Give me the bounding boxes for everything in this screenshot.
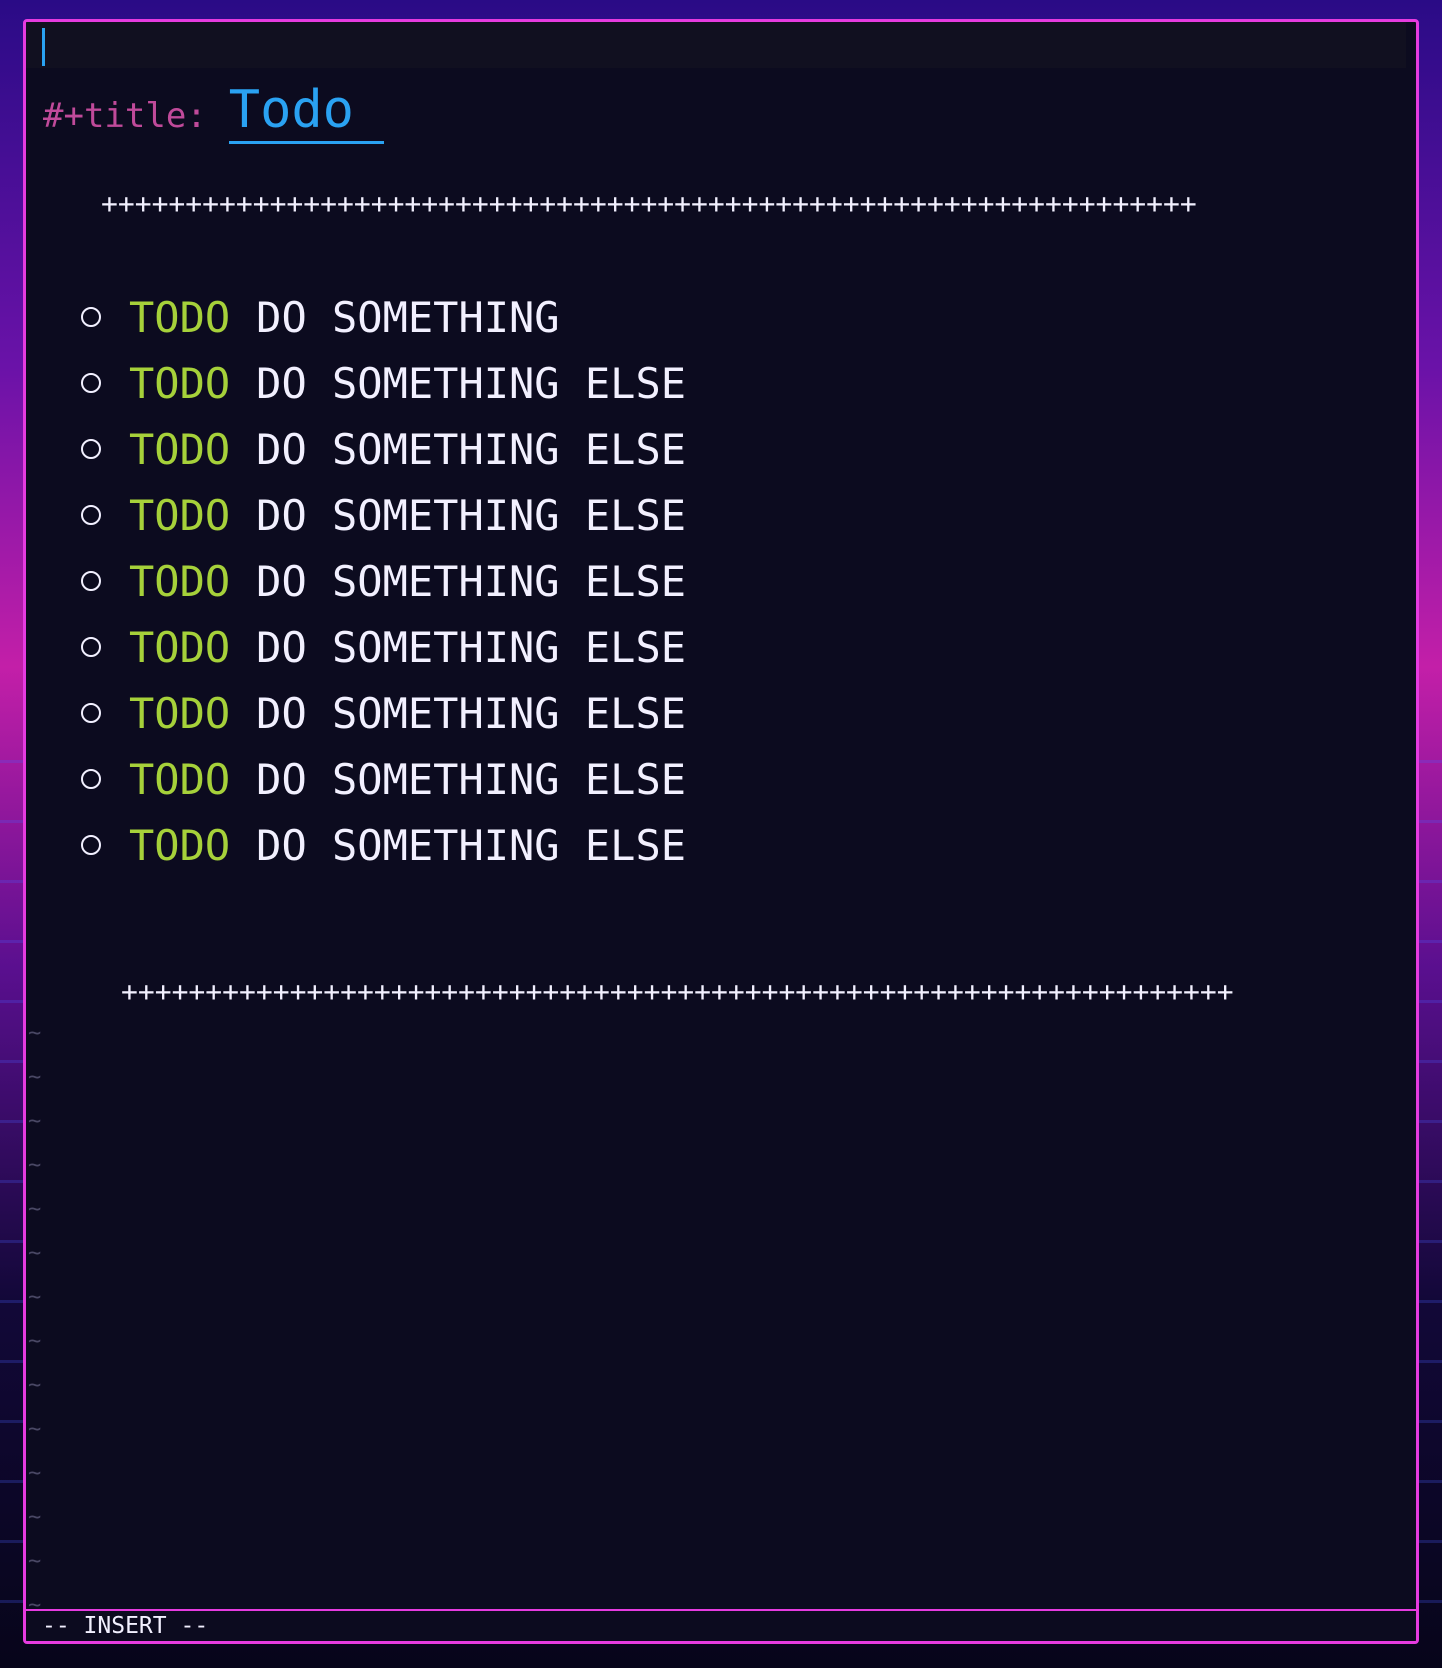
todo-text: DO SOMETHING ELSE <box>256 754 687 804</box>
tilde-marker: ~ <box>28 1329 42 1354</box>
todo-item[interactable]: TODO DO SOMETHING ELSE <box>81 680 686 746</box>
todo-keyword: TODO <box>129 556 231 606</box>
todo-item[interactable]: TODO DO SOMETHING <box>81 284 686 350</box>
todo-item[interactable]: TODO DO SOMETHING ELSE <box>81 614 686 680</box>
circle-bullet-icon <box>81 835 101 855</box>
circle-bullet-icon <box>81 439 101 459</box>
title-line[interactable]: #+title: Todo <box>43 74 384 144</box>
todo-text: DO SOMETHING <box>256 292 560 342</box>
todo-text: DO SOMETHING ELSE <box>256 490 687 540</box>
todo-text: DO SOMETHING ELSE <box>256 688 687 738</box>
todo-item[interactable]: TODO DO SOMETHING ELSE <box>81 746 686 812</box>
todo-item[interactable]: TODO DO SOMETHING ELSE <box>81 812 686 878</box>
todo-item[interactable]: TODO DO SOMETHING ELSE <box>81 482 686 548</box>
tilde-marker: ~ <box>28 1197 42 1222</box>
mode-indicator: -- INSERT -- <box>42 1613 209 1639</box>
title-keyword: #+title: <box>43 96 207 136</box>
circle-bullet-icon <box>81 373 101 393</box>
separator-top: ++++++++++++++++++++++++++++++++++++++++… <box>101 187 1197 220</box>
tilde-marker: ~ <box>28 1109 42 1134</box>
tilde-marker: ~ <box>28 1021 42 1046</box>
todo-keyword: TODO <box>129 358 231 408</box>
todo-text: DO SOMETHING ELSE <box>256 820 687 870</box>
tilde-marker: ~ <box>28 1417 42 1442</box>
todo-keyword: TODO <box>129 622 231 672</box>
tilde-marker: ~ <box>28 1285 42 1310</box>
circle-bullet-icon <box>81 307 101 327</box>
editor-window[interactable]: #+title: Todo ++++++++++++++++++++++++++… <box>23 19 1419 1644</box>
todo-item[interactable]: TODO DO SOMETHING ELSE <box>81 416 686 482</box>
text-cursor <box>42 28 45 66</box>
tilde-marker: ~ <box>28 1065 42 1090</box>
circle-bullet-icon <box>81 637 101 657</box>
todo-keyword: TODO <box>129 754 231 804</box>
todo-text: DO SOMETHING ELSE <box>256 424 687 474</box>
cursor-line <box>26 22 1406 68</box>
tilde-marker: ~ <box>28 1373 42 1398</box>
page-title[interactable]: Todo <box>228 79 384 144</box>
circle-bullet-icon <box>81 571 101 591</box>
todo-text: DO SOMETHING ELSE <box>256 556 687 606</box>
todo-list: TODO DO SOMETHING TODO DO SOMETHING ELSE… <box>81 284 686 878</box>
todo-keyword: TODO <box>129 820 231 870</box>
tilde-marker: ~ <box>28 1461 42 1486</box>
todo-keyword: TODO <box>129 424 231 474</box>
tilde-marker: ~ <box>28 1153 42 1178</box>
circle-bullet-icon <box>81 769 101 789</box>
tilde-marker: ~ <box>28 1549 42 1574</box>
todo-keyword: TODO <box>129 688 231 738</box>
tilde-marker: ~ <box>28 1241 42 1266</box>
todo-text: DO SOMETHING ELSE <box>256 622 687 672</box>
todo-item[interactable]: TODO DO SOMETHING ELSE <box>81 350 686 416</box>
tilde-marker: ~ <box>28 1505 42 1530</box>
todo-keyword: TODO <box>129 490 231 540</box>
circle-bullet-icon <box>81 703 101 723</box>
empty-line-markers: ~ ~ ~ ~ ~ ~ ~ ~ ~ ~ ~ ~ ~ ~ <box>28 1012 41 1628</box>
todo-item[interactable]: TODO DO SOMETHING ELSE <box>81 548 686 614</box>
separator-bottom: ++++++++++++++++++++++++++++++++++++++++… <box>121 975 1234 1008</box>
circle-bullet-icon <box>81 505 101 525</box>
todo-text: DO SOMETHING ELSE <box>256 358 687 408</box>
todo-keyword: TODO <box>129 292 231 342</box>
status-bar: -- INSERT -- <box>26 1609 1416 1641</box>
